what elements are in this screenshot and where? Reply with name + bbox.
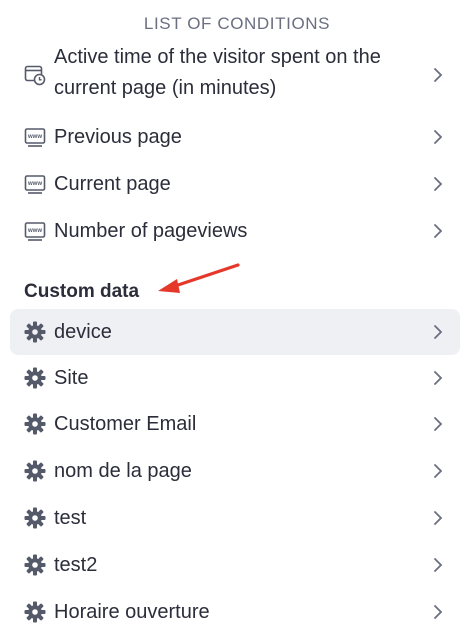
custom-item-horaire-ouverture[interactable]: Horaire ouverture [10, 589, 460, 635]
gear-icon [24, 601, 46, 623]
section-heading-custom-data: Custom data [24, 281, 140, 302]
chevron-right-icon [434, 130, 443, 144]
chevron-right-icon [434, 224, 443, 238]
www-icon: www [24, 128, 46, 147]
gear-icon [24, 554, 46, 576]
svg-text:www: www [27, 134, 42, 140]
gear-icon [24, 321, 46, 343]
chevron-right-icon [434, 605, 443, 619]
chevron-right-icon [434, 371, 443, 385]
gear-icon [24, 460, 46, 482]
custom-item-label: test [54, 506, 87, 529]
condition-number-of-pageviews[interactable]: www Number of pageviews [10, 208, 460, 254]
condition-label: Previous page [54, 125, 182, 148]
custom-item-label: nom de la page [54, 459, 192, 482]
custom-item-test2[interactable]: test2 [10, 542, 460, 588]
condition-label-line1: Active time of the visitor spent on the [54, 46, 381, 68]
custom-item-label: device [54, 320, 112, 343]
custom-item-site[interactable]: Site [10, 355, 460, 401]
custom-item-label: test2 [54, 553, 98, 576]
custom-item-label: Horaire ouverture [54, 600, 210, 623]
list-title: LIST OF CONDITIONS [143, 14, 331, 33]
custom-item-label: Customer Email [54, 412, 197, 435]
chevron-right-icon [434, 558, 443, 572]
condition-label-line2: current page (in minutes) [54, 77, 277, 99]
custom-item-test[interactable]: test [10, 495, 460, 541]
svg-text:www: www [27, 181, 42, 187]
condition-label: Number of pageviews [54, 219, 248, 242]
calendar-clock-icon [24, 65, 46, 86]
chevron-right-icon [434, 511, 443, 525]
custom-item-nom-de-la-page[interactable]: nom de la page [10, 448, 460, 494]
chevron-right-icon [434, 68, 443, 82]
annotation-arrow-icon [158, 263, 240, 293]
chevron-right-icon [434, 417, 443, 431]
chevron-right-icon [434, 325, 443, 339]
gear-icon [24, 367, 46, 389]
gear-icon [24, 413, 46, 435]
condition-previous-page[interactable]: www Previous page [10, 114, 460, 160]
www-icon: www [24, 175, 46, 194]
condition-active-time[interactable]: Active time of the visitor spent on the … [10, 44, 460, 108]
svg-text:www: www [27, 228, 42, 234]
custom-item-customer-email[interactable]: Customer Email [10, 401, 460, 447]
custom-item-device[interactable]: device [10, 309, 460, 355]
chevron-right-icon [434, 177, 443, 191]
condition-current-page[interactable]: www Current page [10, 161, 460, 207]
www-icon: www [24, 222, 46, 241]
chevron-right-icon [434, 464, 443, 478]
custom-item-label: Site [54, 366, 89, 389]
gear-icon [24, 507, 46, 529]
condition-label: Current page [54, 172, 171, 195]
